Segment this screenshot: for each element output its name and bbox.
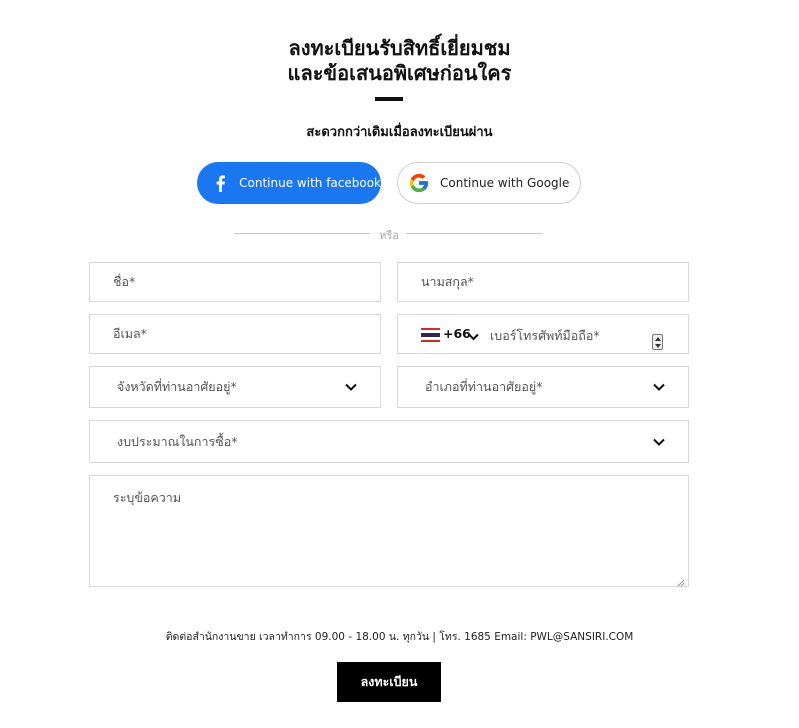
spinner-up-icon[interactable] [654, 336, 661, 341]
province-select[interactable]: จังหวัดที่ท่านอาศัยอยู่* [89, 366, 381, 408]
number-spinner[interactable] [652, 334, 663, 350]
first-name-field[interactable]: ชื่อ* [89, 262, 381, 302]
facebook-icon [209, 171, 230, 195]
google-button-label: Continue with Google [440, 176, 570, 190]
title-underline [375, 97, 403, 101]
chevron-down-icon [344, 382, 358, 392]
email-placeholder: อีเมล* [113, 326, 147, 341]
message-placeholder: ระบุข้อความ [113, 490, 182, 505]
continue-with-facebook-button[interactable]: Continue with facebook [197, 162, 381, 204]
social-login-subtitle: สะดวกกว่าเดิมเมื่อลงทะเบียนผ่าน [306, 125, 493, 140]
thailand-flag-icon[interactable] [421, 328, 440, 342]
budget-select[interactable]: งบประมาณในการซื้อ* [89, 420, 689, 463]
last-name-placeholder: นามสกุล* [421, 274, 474, 289]
page-title: ลงทะเบียนรับสิทธิ์เยี่ยมชม และข้อเสนอพิเ… [0, 36, 799, 86]
spinner-down-icon[interactable] [654, 343, 661, 348]
title-line-2: และข้อเสนอพิเศษก่อนใคร [287, 61, 512, 85]
phone-field[interactable]: +66 เบอร์โทรศัพท์มือถือ* [397, 314, 689, 354]
chevron-down-icon [652, 382, 666, 392]
divider-right [406, 233, 543, 234]
continue-with-google-button[interactable]: Continue with Google [397, 162, 581, 204]
google-icon [407, 171, 431, 195]
email-field[interactable]: อีเมล* [89, 314, 381, 354]
message-textarea[interactable]: ระบุข้อความ [89, 475, 689, 587]
country-dial-code[interactable]: +66 [443, 326, 471, 341]
budget-placeholder: งบประมาณในการซื้อ* [117, 433, 238, 449]
district-placeholder: อำเภอที่ท่านอาศัยอยู่* [425, 379, 543, 394]
facebook-button-label: Continue with facebook [239, 176, 381, 190]
district-select[interactable]: อำเภอที่ท่านอาศัยอยู่* [397, 366, 689, 408]
first-name-placeholder: ชื่อ* [113, 274, 136, 289]
divider-or-text: หรือ [379, 229, 399, 242]
last-name-field[interactable]: นามสกุล* [397, 262, 689, 302]
title-line-1: ลงทะเบียนรับสิทธิ์เยี่ยมชม [288, 36, 511, 60]
chevron-down-icon [652, 437, 666, 447]
divider-left [234, 233, 370, 234]
phone-placeholder: เบอร์โทรศัพท์มือถือ* [490, 328, 600, 343]
sales-office-contact: ติดต่อสำนักงานขาย เวลาทำการ 09.00 - 18.0… [165, 631, 634, 643]
province-placeholder: จังหวัดที่ท่านอาศัยอยู่* [117, 379, 237, 394]
register-button[interactable]: ลงทะเบียน [337, 662, 441, 702]
chevron-down-icon[interactable] [468, 329, 479, 344]
resize-grip-icon[interactable] [677, 575, 685, 587]
